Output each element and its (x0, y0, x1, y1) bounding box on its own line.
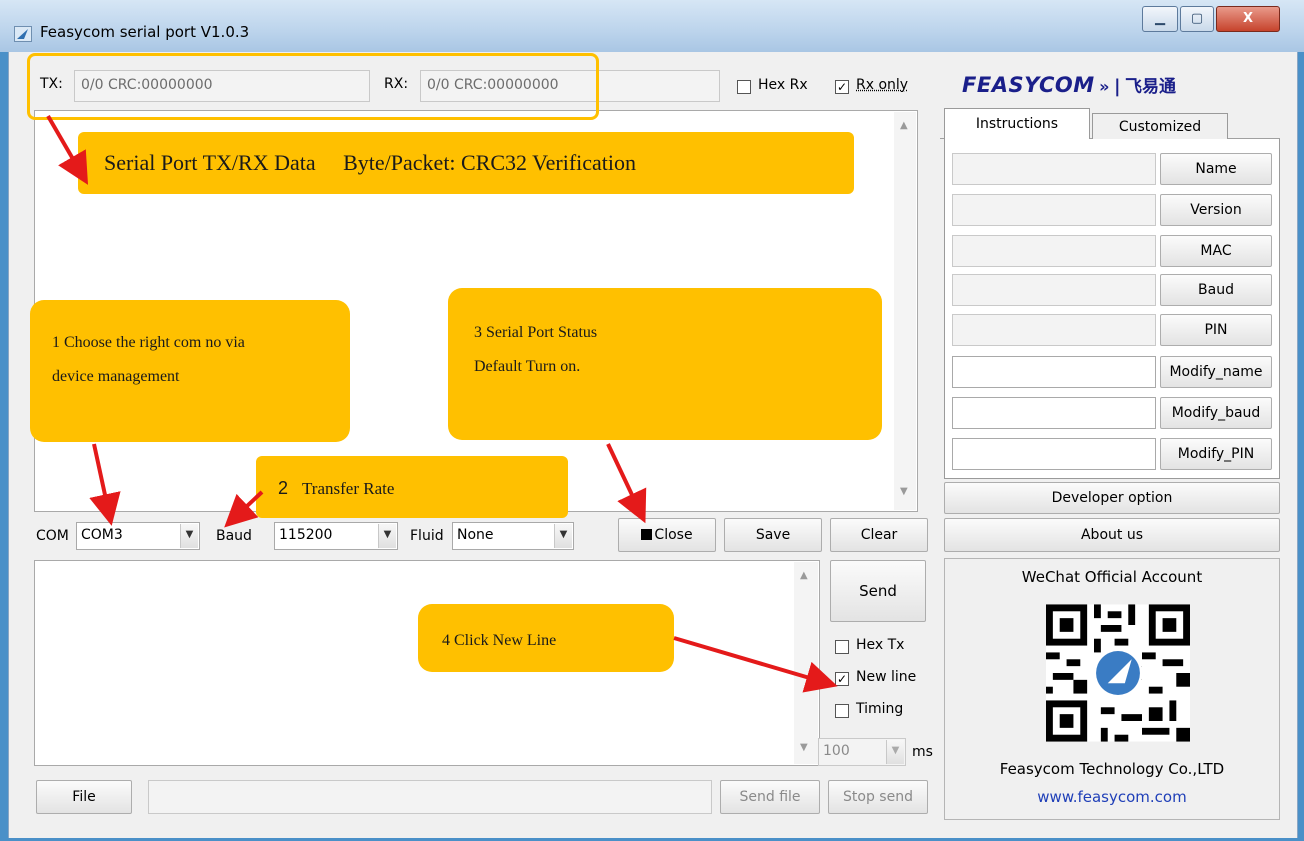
qr-code-icon (1046, 604, 1190, 742)
annotation-com-line-2: device management (52, 368, 180, 385)
annotation-status: 3 Serial Port Status Default Turn on. (448, 288, 882, 440)
file-path-field (148, 780, 712, 814)
baud-command-button[interactable]: Baud (1160, 274, 1272, 306)
fluid-label: Fluid (410, 528, 444, 544)
open-close-port-button[interactable]: Close (618, 518, 716, 552)
minimize-button[interactable]: ▁ (1142, 6, 1178, 32)
annotation-com-line-1: 1 Choose the right com no via (52, 334, 245, 351)
rx-only-label: Rx only (856, 77, 909, 93)
scroll-up-icon[interactable]: ▲ (900, 120, 908, 131)
logo-cn-text: 飞易通 (1124, 77, 1176, 97)
annotation-status-line-1: 3 Serial Port Status (474, 324, 598, 341)
annotation-com: 1 Choose the right com no via device man… (30, 300, 350, 442)
file-button[interactable]: File (36, 780, 132, 814)
annotation-baud: 2 Transfer Rate (256, 456, 568, 518)
receive-scrollbar[interactable]: ▲ ▼ (894, 112, 916, 510)
interval-input[interactable]: 100 ▼ (818, 738, 906, 766)
annotation-baud-text: Transfer Rate (302, 479, 395, 498)
interval-value: 100 (823, 743, 850, 759)
pin-output-field (952, 314, 1156, 346)
title-bar[interactable]: Feasycom serial port V1.0.3 ▁ ▢ X (0, 0, 1304, 52)
interval-unit: ms (912, 744, 933, 760)
baud-select-value: 115200 (279, 527, 333, 543)
scroll-down-icon[interactable]: ▼ (900, 486, 908, 497)
version-command-button[interactable]: Version (1160, 194, 1272, 226)
modify-pin-input[interactable] (952, 438, 1156, 470)
mac-output-field (952, 235, 1156, 267)
baud-output-field (952, 274, 1156, 306)
name-output-field (952, 153, 1156, 185)
annotation-newline: 4 Click New Line (418, 604, 674, 672)
logo-text: FEASYCOM (962, 73, 1095, 97)
timing-label: Timing (856, 701, 904, 717)
modify-baud-input[interactable] (952, 397, 1156, 429)
scroll-down-icon[interactable]: ▼ (800, 742, 808, 753)
window-title: Feasycom serial port V1.0.3 (40, 23, 250, 41)
scroll-up-icon[interactable]: ▲ (800, 570, 808, 581)
hex-rx-label: Hex Rx (758, 77, 808, 93)
send-button[interactable]: Send (830, 560, 926, 622)
logo-divider: | (1113, 76, 1121, 97)
modify-pin-button[interactable]: Modify_PIN (1160, 438, 1272, 470)
annotation-status-line-2: Default Turn on. (474, 358, 581, 375)
modify-baud-button[interactable]: Modify_baud (1160, 397, 1272, 429)
send-file-button[interactable]: Send file (720, 780, 820, 814)
hex-tx-label: Hex Tx (856, 637, 905, 653)
com-select-value: COM3 (81, 527, 123, 543)
name-command-button[interactable]: Name (1160, 153, 1272, 185)
hex-rx-checkbox[interactable] (737, 80, 751, 94)
logo-symbol: » (1099, 77, 1110, 96)
close-window-button[interactable]: X (1216, 6, 1280, 32)
timing-checkbox[interactable] (835, 704, 849, 718)
baud-select[interactable]: 115200 ▼ (274, 522, 398, 550)
chevron-down-icon[interactable]: ▼ (886, 740, 904, 764)
counter-highlight-box (27, 53, 599, 120)
new-line-label: New line (856, 669, 917, 685)
send-scrollbar[interactable]: ▲ ▼ (794, 562, 818, 764)
clear-button[interactable]: Clear (830, 518, 928, 552)
company-name: Feasycom Technology Co.,LTD (999, 760, 1225, 778)
about-us-button[interactable]: About us (944, 518, 1280, 552)
maximize-button[interactable]: ▢ (1180, 6, 1214, 32)
annotation-crc: Serial Port TX/RX Data Byte/Packet: CRC3… (78, 132, 854, 194)
website-link[interactable]: www.feasycom.com (944, 788, 1280, 806)
developer-option-button[interactable]: Developer option (944, 482, 1280, 514)
chevron-down-icon[interactable]: ▼ (554, 524, 572, 548)
new-line-checkbox[interactable]: ✓ (835, 672, 849, 686)
hex-tx-checkbox[interactable] (835, 640, 849, 654)
stop-square-icon (641, 529, 653, 540)
close-port-label: Close (654, 527, 693, 543)
chevron-down-icon[interactable]: ▼ (378, 524, 396, 548)
stop-send-button[interactable]: Stop send (828, 780, 928, 814)
wechat-title: WeChat Official Account (1021, 568, 1203, 586)
version-output-field (952, 194, 1156, 226)
annotation-baud-number: 2 (278, 478, 289, 498)
modify-name-button[interactable]: Modify_name (1160, 356, 1272, 388)
app-icon (14, 26, 32, 42)
save-button[interactable]: Save (724, 518, 822, 552)
chevron-down-icon[interactable]: ▼ (180, 524, 198, 548)
tab-instructions[interactable]: Instructions (944, 108, 1090, 140)
fluid-select[interactable]: None ▼ (452, 522, 574, 550)
com-select[interactable]: COM3 ▼ (76, 522, 200, 550)
rx-only-checkbox[interactable]: ✓ (835, 80, 849, 94)
com-label: COM (36, 528, 69, 544)
fluid-select-value: None (457, 527, 494, 543)
tab-customized[interactable]: Customized (1092, 113, 1228, 139)
mac-command-button[interactable]: MAC (1160, 235, 1272, 267)
brand-logo: FEASYCOM » | 飞易通 (962, 72, 1272, 108)
pin-command-button[interactable]: PIN (1160, 314, 1272, 346)
modify-name-input[interactable] (952, 356, 1156, 388)
baud-label: Baud (216, 528, 252, 544)
